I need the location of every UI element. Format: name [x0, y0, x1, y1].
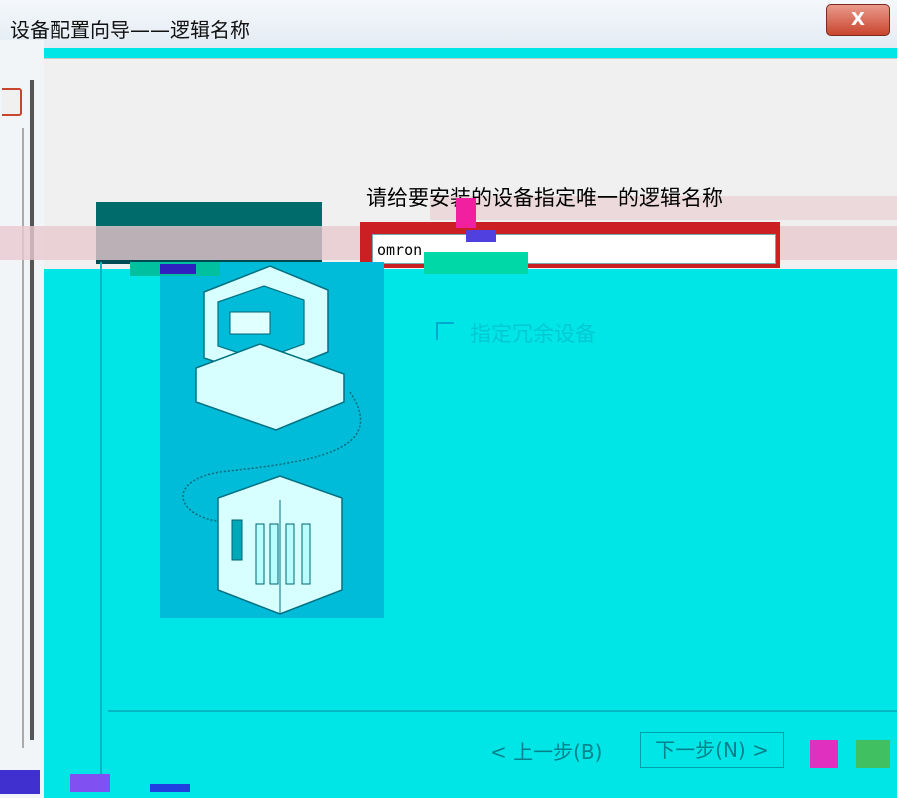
- back-button[interactable]: < 上一步(B): [490, 736, 602, 765]
- panel-divider: [100, 262, 102, 782]
- redundant-device-checkbox[interactable]: [436, 322, 454, 340]
- footer-separator: [108, 710, 897, 712]
- render-artifact: [424, 252, 528, 274]
- background-window-tab: [2, 88, 22, 116]
- redundant-device-label: 指定冗余设备: [470, 322, 596, 346]
- render-artifact: [0, 770, 40, 794]
- window-title: 设备配置向导——逻辑名称: [10, 18, 250, 42]
- render-artifact: [466, 230, 496, 242]
- background-window-frame: [0, 40, 44, 798]
- render-artifact: [160, 264, 196, 274]
- close-button[interactable]: X: [826, 4, 890, 36]
- render-artifact: [150, 784, 190, 792]
- computer-plc-illustration: [182, 265, 362, 615]
- device-illustration: [160, 262, 384, 618]
- title-bar: 设备配置向导——逻辑名称 X: [0, 0, 897, 48]
- render-artifact: [856, 740, 890, 768]
- render-artifact: [456, 198, 476, 228]
- render-artifact: [810, 740, 838, 768]
- next-button[interactable]: 下一步(N) >: [640, 732, 784, 768]
- instruction-heading: 请给要安装的设备指定唯一的逻辑名称: [366, 186, 723, 210]
- render-artifact: [70, 774, 110, 792]
